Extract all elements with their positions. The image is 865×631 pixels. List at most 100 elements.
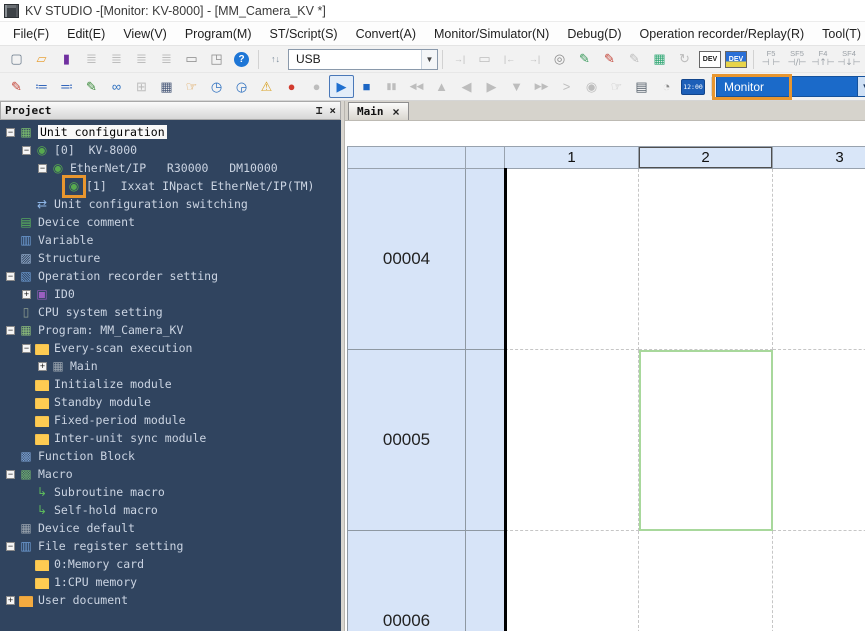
column-header-2[interactable]: 2 [639, 147, 773, 169]
ladder-cell[interactable] [773, 169, 865, 350]
tab-close-icon[interactable]: × [393, 106, 400, 118]
fkey-f5-button[interactable]: F5 ⊣ ⊢ [758, 47, 784, 71]
menu-st-script-s[interactable]: ST/Script(S) [261, 24, 347, 44]
tree-item-folder[interactable]: 1:CPU memory [0, 573, 341, 591]
row-margin-cell[interactable] [466, 350, 505, 531]
fkey-sf5-button[interactable]: SF5 ⊣/⊢ [784, 47, 810, 71]
save-project-icon[interactable]: ▮ [54, 48, 79, 71]
ladder-cell[interactable] [505, 350, 639, 531]
sync-transfer-icon[interactable]: ↻ [672, 48, 697, 71]
minus-expand-icon[interactable]: − [6, 325, 15, 335]
tree-item-device-default[interactable]: ▦ Device default [0, 519, 341, 537]
print-icon[interactable]: ▭ [179, 48, 204, 71]
menu-monitor-simulator-n[interactable]: Monitor/Simulator(N) [425, 24, 558, 44]
tree-item-ixxat-inpact-unit[interactable]: ◉ [1] Ixxat INpact EtherNet/IP(TM) [0, 174, 341, 198]
plus-expand-icon[interactable]: + [6, 595, 15, 605]
tree-item-folder[interactable]: − Every-scan execution [0, 339, 341, 357]
device-all-monitor-button[interactable]: DEV [725, 50, 747, 68]
minus-expand-icon[interactable]: − [22, 145, 31, 155]
simulator-icon[interactable]: ▦ [647, 48, 672, 71]
ladder-edit-icon[interactable]: ✎ [4, 75, 29, 98]
new-project-icon[interactable]: ▢ [4, 48, 29, 71]
plus-expand-icon[interactable]: + [38, 361, 47, 371]
ladder-cell[interactable] [505, 169, 639, 350]
continue-run-icon[interactable]: > [554, 75, 579, 98]
menu-operation-recorder-replay-r[interactable]: Operation recorder/Replay(R) [631, 24, 814, 44]
menu-debug-d[interactable]: Debug(D) [558, 24, 630, 44]
watch-window-2-icon[interactable]: ◶ [229, 75, 254, 98]
device-list-2-icon[interactable]: ≕ [54, 75, 79, 98]
save-ladder-1-icon[interactable]: ≣ [79, 48, 104, 71]
one-shot-icon[interactable]: ☞ [179, 75, 204, 98]
row-number-00006[interactable]: 00006 [348, 531, 466, 631]
stopwatch-icon[interactable]: ◔ [654, 75, 679, 98]
script-editor-icon[interactable]: ✎ [79, 75, 104, 98]
chevron-down-icon[interactable]: ▼ [421, 49, 437, 69]
replay-stop-icon[interactable]: ■ [354, 75, 379, 98]
minus-expand-icon[interactable]: − [6, 127, 15, 137]
write-to-plc-icon[interactable]: →| [522, 48, 547, 71]
tree-item-recorder-id0[interactable]: + ▣ ID0 [0, 285, 341, 303]
tree-item-cpu-system[interactable]: ▯ CPU system setting [0, 303, 341, 321]
open-project-icon[interactable]: ▱ [29, 48, 54, 71]
tree-item-structure[interactable]: ▨ Structure [0, 249, 341, 267]
minus-expand-icon[interactable]: − [38, 163, 47, 173]
pc-to-plc-icon[interactable]: →| [447, 48, 472, 71]
device-monitor-button[interactable]: DEV [699, 50, 721, 68]
step-down-icon[interactable]: ▼ [504, 75, 529, 98]
replay-pause-icon[interactable]: ▮▮ [379, 75, 404, 98]
registration-monitor-icon[interactable]: ▦ [154, 75, 179, 98]
tree-item-kv-8000-unit[interactable]: − ◉ [0] KV-8000 [0, 141, 341, 159]
skip-to-end-icon[interactable]: ▶▶ [529, 75, 554, 98]
menu-convert-a[interactable]: Convert(A) [347, 24, 425, 44]
usb-connection-icon[interactable]: ↑↓ [263, 48, 288, 71]
step-back-icon[interactable]: ◀ [454, 75, 479, 98]
minus-expand-icon[interactable]: − [6, 271, 15, 281]
row-margin-cell[interactable] [466, 169, 505, 350]
tree-item-function-block[interactable]: ▩ Function Block [0, 447, 341, 465]
tree-item-file-register[interactable]: − ▥ File register setting [0, 537, 341, 555]
save-ladder-3-icon[interactable]: ≣ [129, 48, 154, 71]
menu-tool-t[interactable]: Tool(T) [813, 24, 865, 44]
column-header-1[interactable]: 1 [505, 147, 639, 169]
record-start-icon[interactable]: ● [279, 75, 304, 98]
tree-item-program[interactable]: − ▦ Program: MM_Camera_KV [0, 321, 341, 339]
pause-hold-icon[interactable]: ☞ [604, 75, 629, 98]
step-up-icon[interactable]: ▲ [429, 75, 454, 98]
tree-item-folder[interactable]: 0:Memory card [0, 555, 341, 573]
replay-play-icon[interactable]: ▶ [329, 75, 354, 98]
mode-select[interactable]: Monitor ▼ [712, 74, 865, 100]
help-icon[interactable]: ? [229, 48, 254, 71]
ladder-cell[interactable] [505, 531, 639, 631]
tree-item-self-hold-macro[interactable]: ↳ Self-hold macro [0, 501, 341, 519]
plc-transfer-edit-icon[interactable]: ✎ [622, 48, 647, 71]
minus-expand-icon[interactable]: − [6, 541, 15, 551]
time-chart-icon[interactable]: 12:00 [681, 78, 705, 95]
skip-to-start-icon[interactable]: ◀◀ [404, 75, 429, 98]
chevron-down-icon[interactable]: ▼ [857, 77, 865, 96]
plus-expand-icon[interactable]: + [22, 289, 31, 299]
tree-item-unit-configuration[interactable]: − ▦ Unit configuration [0, 123, 341, 141]
plc-comment-icon[interactable]: ▭ [472, 48, 497, 71]
step-forward-icon[interactable]: ▶ [479, 75, 504, 98]
monitor-alert-icon[interactable]: ⚠ [254, 75, 279, 98]
selected-ladder-cell[interactable] [639, 350, 773, 531]
monitor-view-icon[interactable]: ∞ [104, 75, 129, 98]
menu-file-f[interactable]: File(F) [4, 24, 58, 44]
tree-item-variable[interactable]: ▥ Variable [0, 231, 341, 249]
ladder-monitor-icon[interactable]: ⊞ [129, 75, 154, 98]
tree-item-folder[interactable]: Standby module [0, 393, 341, 411]
tree-item-unit-switching[interactable]: ⇄ Unit configuration switching [0, 195, 341, 213]
row-margin-cell[interactable] [466, 531, 505, 631]
fkey-sf4-button[interactable]: SF4 ⊣↓⊢ [836, 47, 862, 71]
menu-view-v[interactable]: View(V) [114, 24, 176, 44]
editor-mode-icon[interactable]: ✎ [597, 48, 622, 71]
minus-expand-icon[interactable]: − [6, 469, 15, 479]
fkey-f4-button[interactable]: F4 ⊣↑⊢ [810, 47, 836, 71]
row-number-00004[interactable]: 00004 [348, 169, 466, 350]
tree-item-operation-recorder[interactable]: − ▧ Operation recorder setting [0, 267, 341, 285]
save-ladder-2-icon[interactable]: ≣ [104, 48, 129, 71]
ladder-cell[interactable] [639, 169, 773, 350]
tree-item-ladder-main[interactable]: + ▦ Main [0, 357, 341, 375]
tree-item-user-document[interactable]: + User document [0, 591, 341, 609]
